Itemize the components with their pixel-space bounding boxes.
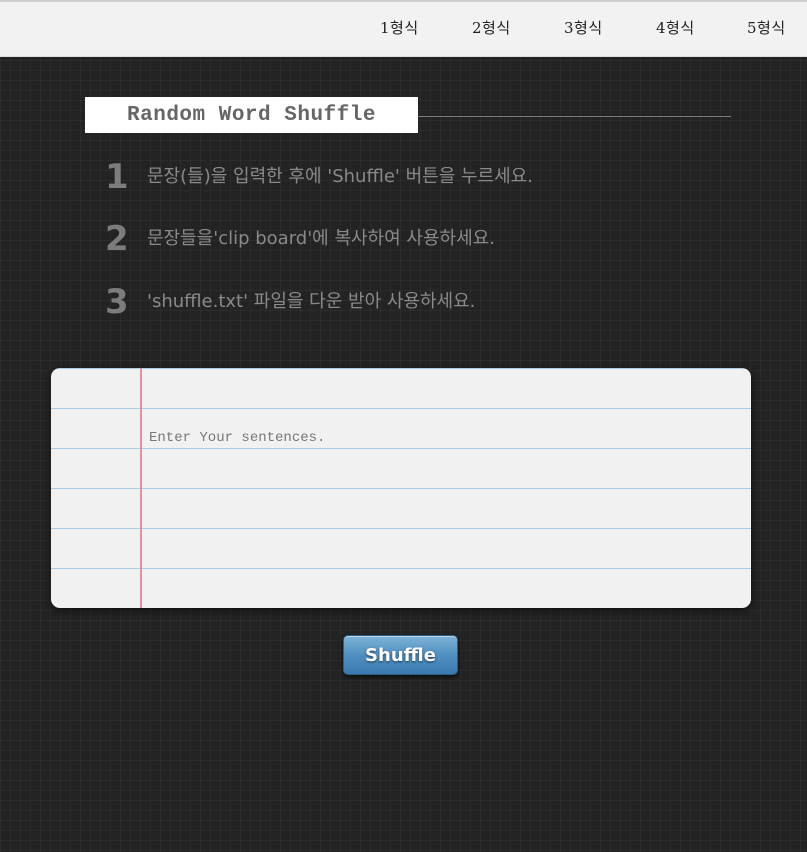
page-title: Random Word Shuffle <box>127 103 376 127</box>
step-number: 1 <box>105 157 129 197</box>
step-text: 'shuffle.txt' 파일을 다운 받아 사용하세요. <box>147 291 476 312</box>
step-number: 3 <box>105 282 129 322</box>
nav-item-type-1[interactable]: 1형식 <box>380 17 419 38</box>
nav-item-type-5[interactable]: 5형식 <box>747 17 786 38</box>
step-text: 문장(들)을 입력한 후에 'Shuffle' 버튼을 누르세요. <box>147 166 533 187</box>
top-navigation: 1형식 2형식 3형식 4형식 5형식 <box>0 0 807 57</box>
notepad-paper <box>51 368 751 608</box>
title-divider <box>418 116 731 117</box>
shuffle-button[interactable]: Shuffle <box>343 635 458 675</box>
page-title-box: Random Word Shuffle <box>85 97 418 133</box>
nav-item-type-4[interactable]: 4형식 <box>656 17 695 38</box>
step-number: 2 <box>105 219 129 259</box>
step-text: 문장들을'clip board'에 복사하여 사용하세요. <box>147 228 495 249</box>
nav-item-type-3[interactable]: 3형식 <box>564 17 603 38</box>
nav-item-type-2[interactable]: 2형식 <box>472 17 511 38</box>
notepad-margin-line <box>140 368 142 608</box>
sentence-input[interactable] <box>149 418 739 598</box>
